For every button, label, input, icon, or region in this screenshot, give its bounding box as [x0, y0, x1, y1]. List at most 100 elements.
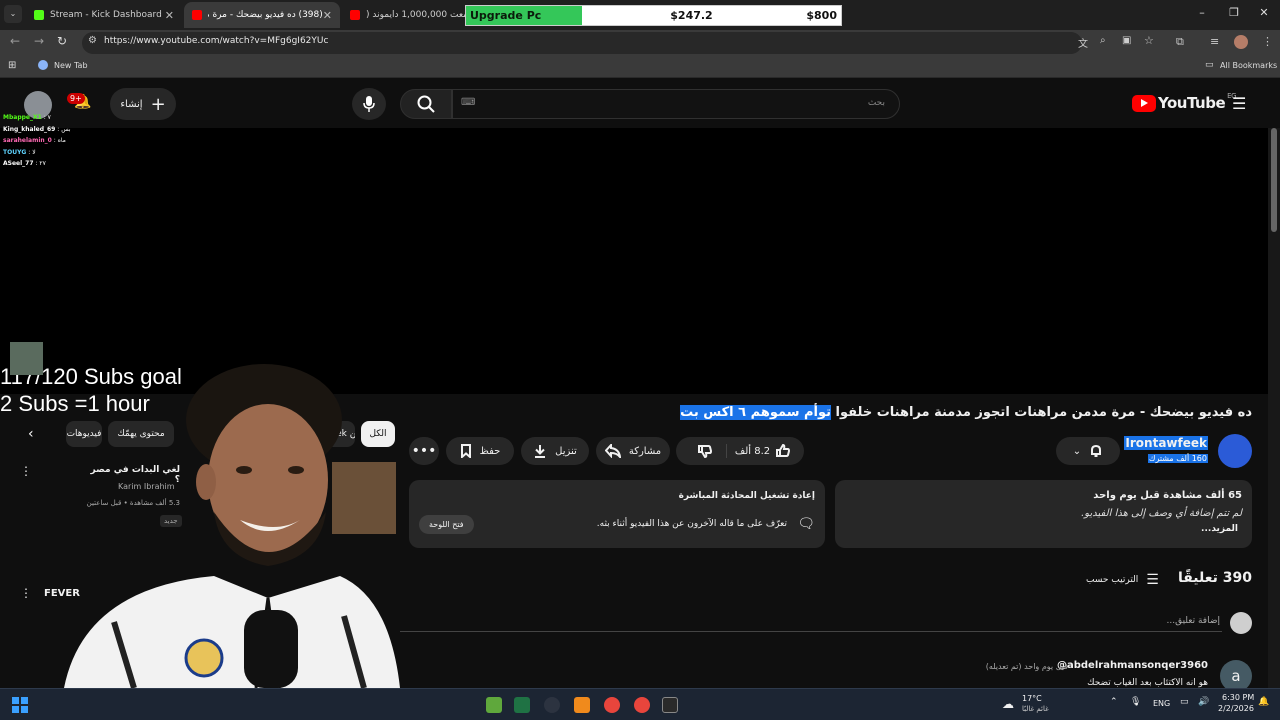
tab-close-icon[interactable]: ✕ — [323, 9, 332, 22]
more-horizontal-icon: ••• — [411, 443, 437, 459]
live-replay-title: إعادة تشغيل المحادثة المباشرة — [678, 491, 815, 501]
save-button[interactable]: حفظ — [446, 437, 514, 465]
add-comment-input[interactable]: إضافة تعليق... — [400, 616, 1222, 632]
chat-line: Mbappe_X1 : ٧ — [3, 114, 51, 121]
site-info-icon[interactable]: ⚙ — [88, 35, 97, 46]
share-label: مشاركة — [628, 445, 662, 457]
apps-grid-icon[interactable]: ⊞ — [8, 60, 16, 71]
video-more-icon[interactable]: ⋮ — [20, 464, 32, 478]
globe-icon — [38, 60, 48, 70]
vlc-icon[interactable] — [574, 697, 590, 713]
create-button[interactable]: إنشاء + — [110, 88, 176, 120]
tab-kick-dashboard[interactable]: Stream - Kick Dashboard ✕ — [26, 2, 182, 28]
chat-bubble-icon: 🗨 — [797, 516, 815, 532]
back-icon[interactable]: ← — [10, 34, 20, 48]
download-button[interactable]: تنزيل — [521, 437, 589, 465]
bell-icon — [1091, 444, 1102, 457]
comment-count: 390 تعليقًا — [1177, 570, 1252, 586]
epic-games-icon[interactable] — [662, 697, 678, 713]
share-button[interactable]: مشاركة — [596, 437, 670, 465]
youtube-play-icon — [1132, 94, 1156, 112]
forward-icon[interactable]: → — [34, 34, 44, 48]
chrome-profile-icon[interactable] — [634, 697, 650, 713]
microphone-icon — [363, 96, 375, 112]
upgrade-pc-donation-bar: Upgrade Pc $247.2 $800 — [465, 5, 842, 26]
bookmarks-bar: ⊞ New Tab ▭ All Bookmarks — [0, 56, 1280, 78]
dislike-button[interactable] — [684, 444, 727, 458]
address-bar[interactable]: ⚙ https://www.youtube.com/watch?v=MFg6gI… — [82, 32, 1154, 54]
comment-author[interactable]: @abdelrahmansonqer3960 — [1057, 660, 1208, 671]
chip-scroll-left-icon[interactable]: ‹ — [28, 426, 34, 442]
keyboard-icon[interactable]: ⌨ — [461, 97, 475, 108]
chat-line: sarahelamin_0 : ماه — [3, 137, 66, 144]
views-and-date: 65 ألف مشاهدة قبل يوم واحد — [1093, 490, 1242, 501]
tab-title: (398) ده فيديو بيضحك - مرة مد — [208, 10, 323, 20]
minimize-icon[interactable]: – — [1192, 6, 1212, 19]
weather-cloud-icon[interactable]: ☁ — [1002, 697, 1014, 711]
search-button[interactable] — [400, 89, 452, 119]
reload-icon[interactable]: ↻ — [57, 34, 67, 48]
tray-chevron-icon[interactable]: ⌃ — [1110, 697, 1118, 707]
scrollbar-thumb[interactable] — [1271, 128, 1277, 232]
video-player[interactable]: 117/120 Subs goal 2 Subs =1 hour — [0, 128, 1268, 416]
bookmark-star-icon[interactable]: ☆ — [1144, 34, 1154, 47]
minecraft-icon[interactable] — [486, 697, 502, 713]
kick-favicon-icon — [34, 10, 44, 20]
clock-time[interactable]: 6:30 PM — [1222, 693, 1254, 702]
weather-desc: غائم غالبًا — [1022, 705, 1049, 713]
folder-icon: ▭ — [1205, 60, 1214, 70]
zoom-icon[interactable]: ⌕ — [1100, 35, 1106, 46]
upgrade-goal-amount: $800 — [806, 9, 837, 22]
translate-icon[interactable]: 文 — [1078, 35, 1088, 50]
restore-icon[interactable]: ❐ — [1224, 6, 1244, 19]
tab-search-button[interactable]: ⌄ — [4, 5, 22, 23]
bookmark-new-tab[interactable]: New Tab — [54, 61, 88, 70]
tab-title: جمعت 1,000,000 دايموند ( — [366, 10, 466, 20]
notifications-icon[interactable]: 🔔 — [1258, 697, 1269, 707]
extensions-icon[interactable]: ⧉ — [1176, 35, 1184, 49]
excel-icon[interactable] — [514, 697, 530, 713]
all-bookmarks-link[interactable]: All Bookmarks — [1220, 61, 1277, 70]
steam-icon[interactable] — [544, 697, 560, 713]
tab-youtube-video[interactable]: (398) ده فيديو بيضحك - مرة مد ✕ — [184, 2, 340, 28]
network-icon[interactable]: ▭ — [1180, 697, 1189, 707]
share-icon — [604, 444, 621, 458]
close-window-icon[interactable]: ✕ — [1254, 6, 1274, 19]
like-count: 8.2 ألف — [734, 445, 771, 457]
page-scrollbar[interactable] — [1268, 128, 1280, 688]
open-panel-button[interactable]: فتح اللوحة — [419, 515, 474, 534]
cast-icon[interactable]: ▣ — [1122, 35, 1131, 46]
volume-icon[interactable]: 🔊 — [1198, 697, 1209, 707]
show-more-link[interactable]: ...المزيد — [1201, 524, 1238, 534]
youtube-logo-text: YouTube — [1158, 94, 1226, 112]
reading-list-icon[interactable]: ≡ — [1210, 35, 1219, 48]
stream-chat-overlay: Mbappe_X1 : ٧ King_khaled_69 : بس sarahe… — [3, 112, 71, 170]
tab-youtube-diamond[interactable]: جمعت 1,000,000 دايموند ( — [342, 2, 466, 28]
chrome-icon[interactable] — [604, 697, 620, 713]
chrome-menu-icon[interactable]: ⋮ — [1262, 35, 1273, 48]
subscribed-bell-button[interactable]: ⌄ — [1056, 437, 1120, 465]
voice-search-button[interactable] — [352, 88, 386, 120]
description-panel[interactable]: 65 ألف مشاهدة قبل يوم واحد لم تتم إضافة … — [835, 480, 1252, 548]
channel-name[interactable]: Irontawfeek — [1124, 436, 1208, 450]
youtube-logo[interactable]: YouTube EG — [1132, 92, 1237, 112]
download-icon — [535, 445, 546, 458]
notification-badge: 9+ — [67, 93, 85, 104]
search-input[interactable]: ⌨ بحث — [452, 89, 900, 119]
more-actions-button[interactable]: ••• — [409, 437, 439, 465]
search-icon — [417, 95, 435, 113]
video-more-icon[interactable]: ⋮ — [20, 586, 32, 600]
tab-close-icon[interactable]: ✕ — [165, 9, 174, 22]
like-button[interactable]: 8.2 ألف — [735, 444, 796, 458]
channel-avatar[interactable] — [1218, 434, 1252, 468]
windows-start-icon[interactable] — [12, 697, 28, 713]
chat-line: TOUYG : لا — [3, 148, 36, 156]
live-chat-replay-panel: إعادة تشغيل المحادثة المباشرة 🗨 تعرّف عل… — [409, 480, 825, 548]
input-language[interactable]: ENG — [1153, 699, 1170, 708]
hamburger-menu-icon[interactable]: ☰ — [1232, 94, 1246, 113]
sort-icon: ☰ — [1146, 572, 1159, 588]
clock-date[interactable]: 2/2/2026 — [1218, 704, 1254, 713]
profile-avatar[interactable] — [1234, 35, 1248, 49]
microphone-tray-icon[interactable]: 🎙 — [1130, 697, 1141, 707]
sort-by-button[interactable]: الترتيب حسب ☰ — [1086, 572, 1159, 588]
